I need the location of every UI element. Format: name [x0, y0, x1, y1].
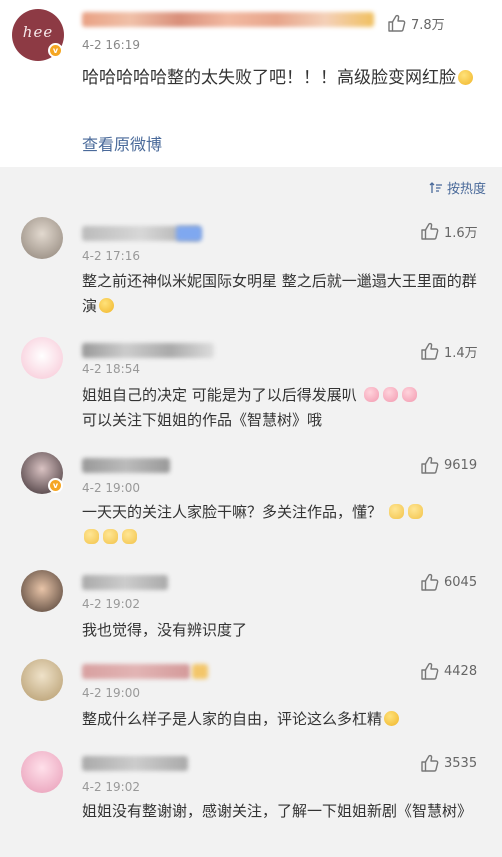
pig-emoji-icon — [382, 387, 398, 402]
comment-time: 4-2 19:00 — [82, 686, 140, 700]
thumbs-up-icon — [388, 14, 406, 32]
thumbs-up-icon — [421, 342, 439, 360]
commenter-avatar[interactable] — [21, 337, 63, 379]
post-like-button[interactable]: 7.8万 — [386, 13, 445, 33]
thumbs-up-icon — [421, 222, 439, 240]
comment-text-content: 整之前还神似米妮国际女明星 整之后就一邋遢大王里面的群演 — [82, 272, 477, 315]
cat-emoji-icon — [388, 504, 404, 519]
commenter-avatar[interactable] — [21, 751, 63, 793]
post-text: 哈哈哈哈哈整的太失败了吧！！！高级脸变网红脸 — [82, 66, 490, 91]
commenter-name[interactable] — [82, 343, 214, 358]
sort-icon — [429, 181, 442, 193]
cat-emoji-icon — [84, 529, 99, 544]
comment-like-button[interactable]: 9619 — [419, 455, 477, 475]
post-like-count: 7.8万 — [411, 17, 445, 33]
post-card: hee v 4-2 16:19 7.8万 哈哈哈哈哈整的太失败了吧！！！高级脸变… — [0, 0, 502, 167]
commenter-name[interactable] — [82, 575, 168, 590]
verified-badge-icon: v — [48, 478, 63, 493]
comment-like-button[interactable]: 1.6万 — [419, 221, 478, 241]
cat-emoji-icon — [103, 529, 118, 544]
comment-like-count: 4428 — [444, 663, 478, 679]
commenter-name[interactable] — [82, 756, 188, 771]
comment-like-button[interactable]: 6045 — [419, 572, 477, 592]
comment-time: 4-2 19:02 — [82, 780, 140, 794]
commenter-avatar[interactable] — [21, 659, 63, 701]
verified-badge-icon: v — [48, 43, 63, 58]
view-original-link[interactable]: 查看原微博 — [82, 131, 162, 155]
comment-text-content: 一天天的关注人家脸干嘛？多关注作品，懂？ — [82, 503, 383, 521]
comment-like-count: 1.4万 — [444, 345, 478, 361]
comment-text-content: 整成什么样子是人家的自由，评论这么多杠精 — [82, 710, 383, 728]
comment-time: 4-2 19:02 — [82, 597, 140, 611]
pig-emoji-icon — [401, 387, 417, 402]
thumbs-up-icon — [421, 754, 439, 772]
comment-like-button[interactable]: 4428 — [419, 661, 477, 681]
smile-emoji-icon — [99, 298, 115, 313]
commenter-badge — [176, 226, 202, 241]
thumbs-up-icon — [421, 573, 439, 591]
comment-text: 姐姐自己的决定 可能是为了以后得发展叭 可以关注下姐姐的作品《智慧树》哦 — [82, 383, 482, 433]
commenter-name[interactable] — [82, 458, 170, 473]
post-time: 4-2 16:19 — [82, 38, 140, 52]
comment-like-count: 1.6万 — [444, 225, 478, 241]
comment-text-line2: 可以关注下姐姐的作品《智慧树》哦 — [82, 411, 323, 429]
comment-text: 整之前还神似米妮国际女明星 整之后就一邋遢大王里面的群演 — [82, 269, 482, 319]
comment-text-content: 我也觉得，没有辨识度了 — [82, 621, 248, 639]
comment-time: 4-2 18:54 — [82, 362, 140, 376]
cat-emoji-icon — [407, 504, 423, 519]
commenter-name[interactable] — [82, 664, 190, 679]
commenter-avatar[interactable] — [21, 217, 63, 259]
sweat-smile-emoji-icon — [458, 70, 473, 85]
comment-text-line1: 姐姐自己的决定 可能是为了以后得发展叭 — [82, 386, 357, 404]
comment-text: 姐姐没有整谢谢，感谢关注，了解一下姐姐新剧《智慧树》 — [82, 802, 473, 820]
sweat-emoji-icon — [384, 711, 400, 726]
comment-time: 4-2 19:00 — [82, 481, 140, 495]
commenter-badge — [192, 664, 208, 679]
comment-like-button[interactable]: 3535 — [419, 753, 477, 773]
sort-by-hot-button[interactable]: 按热度 — [429, 178, 486, 197]
post-author-name[interactable] — [82, 12, 374, 27]
comment-time: 4-2 17:16 — [82, 249, 140, 263]
post-text-content: 哈哈哈哈哈整的太失败了吧！！！高级脸变网红脸 — [82, 68, 456, 88]
thumbs-up-icon — [421, 456, 439, 474]
commenter-avatar[interactable] — [21, 570, 63, 612]
pig-emoji-icon — [363, 387, 379, 402]
comment-like-count: 6045 — [444, 574, 478, 590]
comment-text: 一天天的关注人家脸干嘛？多关注作品，懂？ — [82, 500, 482, 550]
avatar-logo-text: hee — [22, 23, 54, 41]
comment-like-count: 9619 — [444, 457, 478, 473]
thumbs-up-icon — [421, 662, 439, 680]
comment-text: 我也觉得，没有辨识度了 — [82, 618, 482, 643]
cat-emoji-icon — [122, 529, 137, 544]
sort-label: 按热度 — [446, 182, 486, 197]
comment-text: 整成什么样子是人家的自由，评论这么多杠精 — [82, 707, 482, 732]
comment-like-count: 3535 — [444, 755, 478, 771]
comment-like-button[interactable]: 1.4万 — [419, 341, 478, 361]
